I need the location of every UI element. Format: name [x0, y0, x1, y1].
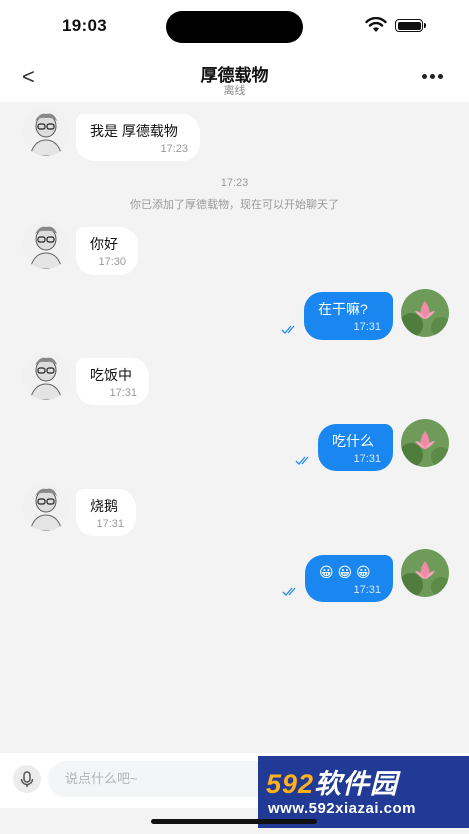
chat-header: < 厚德载物 离线 — [0, 52, 469, 102]
status-time: 19:03 — [62, 16, 107, 35]
message-time: 17:31 — [353, 584, 381, 596]
message-time: 17:30 — [98, 256, 126, 268]
home-indicator[interactable] — [151, 819, 317, 824]
battery-icon — [395, 19, 426, 32]
contact-avatar[interactable] — [22, 352, 70, 400]
message-text: 你好 — [90, 236, 118, 252]
read-check-icon — [281, 325, 295, 334]
message-input[interactable]: 说点什么吧~ — [48, 761, 288, 797]
message-bubble-incoming[interactable]: 吃饭中 17:31 — [76, 358, 149, 405]
dynamic-island — [166, 11, 303, 43]
message-time: 17:31 — [353, 321, 381, 333]
wifi-icon — [365, 17, 387, 32]
watermark-logo: 592软件园 www.592xiazai.com — [258, 756, 469, 828]
status-bar: 19:03 — [0, 0, 469, 52]
system-note: 你已添加了厚德载物，现在可以开始聊天了 — [130, 199, 339, 211]
message-text: 我是 厚德载物 — [90, 123, 178, 139]
message-bubble-incoming[interactable]: 我是 厚德载物 17:23 — [76, 114, 200, 161]
microphone-icon[interactable] — [13, 765, 41, 793]
read-check-icon — [295, 456, 309, 465]
message-time: 17:31 — [353, 453, 381, 465]
message-text: 烧鹅 — [90, 498, 118, 514]
user-avatar[interactable] — [401, 289, 449, 337]
user-avatar[interactable] — [401, 419, 449, 467]
message-text: 吃饭中 — [90, 367, 132, 383]
message-text: 😀 😀 😀 — [319, 564, 371, 580]
more-icon[interactable] — [420, 74, 444, 80]
contact-avatar[interactable] — [22, 483, 70, 531]
contact-avatar[interactable] — [22, 221, 70, 269]
message-text: 在干嘛? — [318, 301, 368, 317]
message-time: 17:31 — [96, 518, 124, 530]
message-bubble-outgoing[interactable]: 在干嘛? 17:31 — [304, 292, 393, 340]
system-time: 17:23 — [220, 177, 249, 189]
message-bubble-incoming[interactable]: 你好 17:30 — [76, 227, 138, 275]
contact-avatar[interactable] — [22, 108, 70, 156]
chat-status: 离线 — [223, 85, 246, 97]
user-avatar[interactable] — [401, 549, 449, 597]
watermark-number: 592 — [266, 769, 315, 799]
read-check-icon — [282, 587, 296, 596]
message-bubble-outgoing[interactable]: 😀 😀 😀 17:31 — [305, 555, 393, 602]
message-text: 吃什么 — [332, 433, 374, 449]
watermark-url: www.592xiazai.com — [268, 800, 417, 817]
message-time: 17:31 — [109, 387, 137, 399]
watermark-text: 软件园 — [314, 769, 399, 799]
message-time: 17:23 — [160, 143, 188, 155]
message-bubble-outgoing[interactable]: 吃什么 17:31 — [318, 424, 393, 471]
message-bubble-incoming[interactable]: 烧鹅 17:31 — [76, 489, 136, 536]
